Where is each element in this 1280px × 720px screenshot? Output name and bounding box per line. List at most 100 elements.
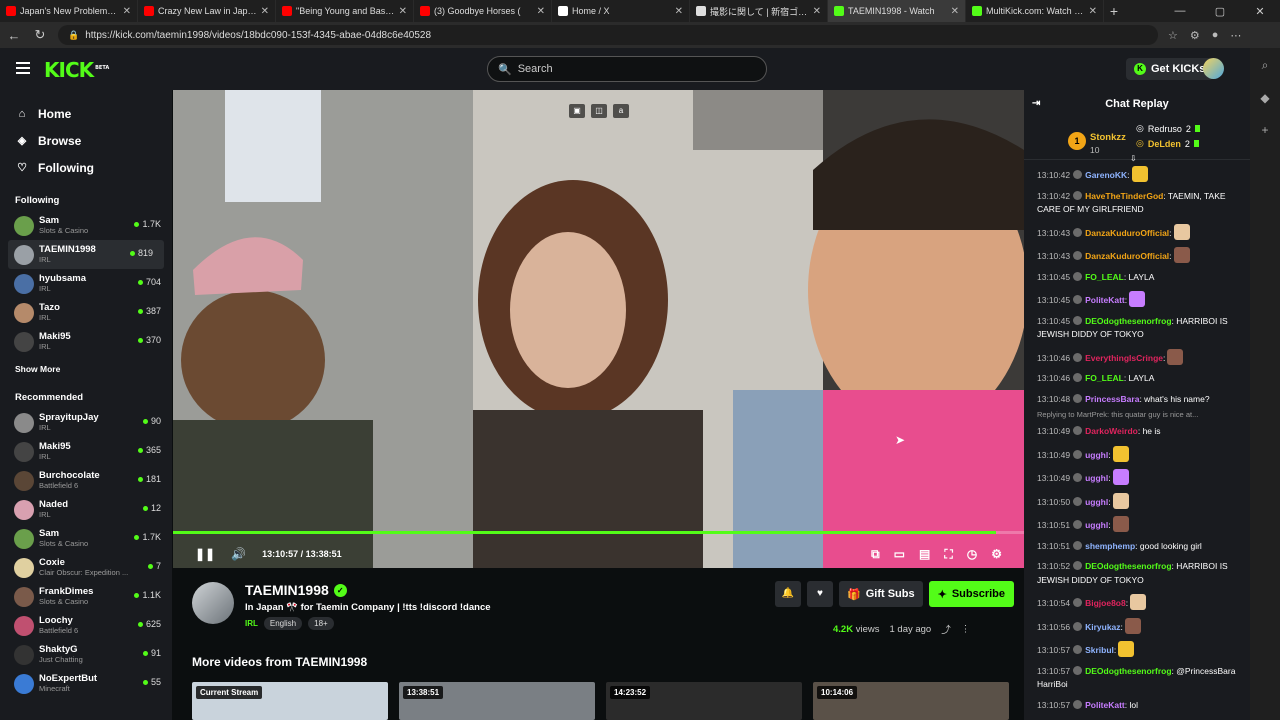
- browser-tab[interactable]: 撮影に関して | 新宿ゴールデン ✕: [690, 0, 828, 22]
- leader-first[interactable]: 1 Stonkzz 10: [1068, 127, 1126, 155]
- get-kicks-button[interactable]: K Get KICKs: [1126, 58, 1214, 80]
- tab-close-icon[interactable]: ✕: [951, 6, 959, 17]
- channel-item[interactable]: Maki95 IRL 365: [0, 437, 172, 466]
- add-icon[interactable]: +: [1261, 123, 1268, 137]
- chat-username[interactable]: Kiryukaz: [1085, 622, 1120, 632]
- channel-item[interactable]: ShaktyG Just Chatting 91: [0, 640, 172, 669]
- channel-item[interactable]: Burchocolate Battlefield 6 181: [0, 466, 172, 495]
- url-field[interactable]: 🔒 https://kick.com/taemin1998/videos/18b…: [58, 25, 1158, 45]
- channel-item[interactable]: Tazo IRL 387: [0, 298, 172, 327]
- chat-username[interactable]: PoliteKatt: [1085, 295, 1125, 305]
- kick-logo[interactable]: KICK BETA: [44, 58, 109, 82]
- star-icon[interactable]: ☆: [1168, 29, 1178, 42]
- video-thumbnail[interactable]: 10:14:06: [813, 682, 1009, 720]
- chat-username[interactable]: ugghl: [1085, 520, 1108, 530]
- new-tab-icon[interactable]: +: [1104, 3, 1124, 19]
- chat-username[interactable]: Skribul: [1085, 645, 1114, 655]
- chat-username[interactable]: DEOdogthesenorfrog: [1085, 316, 1171, 326]
- browser-tab[interactable]: (3) Goodbye Horses (✕: [414, 0, 552, 22]
- screenshot-icon[interactable]: ◫: [591, 104, 607, 118]
- back-icon[interactable]: ←: [6, 28, 22, 43]
- browser-tab[interactable]: Home / X ✕: [552, 0, 690, 22]
- browser-tab[interactable]: Japan's New Problem: Zom ✕: [0, 0, 138, 22]
- profile-icon[interactable]: ●: [1212, 29, 1219, 42]
- leader-second[interactable]: ◎ Redruso 2: [1136, 123, 1200, 134]
- tab-close-icon[interactable]: ✕: [1089, 6, 1097, 17]
- tag-language[interactable]: English: [263, 617, 303, 630]
- browser-tab[interactable]: Crazy New Law in Japan to ✕: [138, 0, 276, 22]
- video-thumbnail[interactable]: 13:38:51: [399, 682, 595, 720]
- tab-close-icon[interactable]: ✕: [537, 6, 545, 17]
- clip-icon[interactable]: ▣: [569, 104, 585, 118]
- video-player[interactable]: ▣ ◫ a ❚❚ 🔊 13:10:57 / 13:38:51 ⧉ ▭ ▤ ⛶ ◷…: [173, 90, 1024, 568]
- pin-icon[interactable]: ⇩: [1130, 154, 1137, 163]
- miniplayer-icon[interactable]: ▤: [919, 547, 930, 562]
- category-link[interactable]: IRL: [245, 619, 258, 628]
- browser-tab[interactable]: "Being Young and Based in ✕: [276, 0, 414, 22]
- chat-username[interactable]: DEOdogthesenorfrog: [1085, 561, 1171, 571]
- chat-username[interactable]: PrincessBara: [1085, 394, 1139, 404]
- tab-close-icon[interactable]: ✕: [123, 6, 131, 17]
- video-thumbnail[interactable]: Current Stream: [192, 682, 388, 720]
- more-options-icon[interactable]: ⋮: [961, 624, 971, 635]
- volume-icon[interactable]: 🔊: [231, 547, 246, 561]
- chat-username[interactable]: shemphemp: [1085, 541, 1135, 551]
- leader-third[interactable]: ◎ DeLden 2: [1136, 138, 1199, 149]
- search-icon[interactable]: ⌕: [1262, 58, 1269, 73]
- chat-username[interactable]: FO_LEAL: [1085, 373, 1124, 383]
- chat-username[interactable]: Bigjoe8o8: [1085, 598, 1126, 608]
- channel-item[interactable]: FrankDimes Slots & Casino 1.1K: [0, 582, 172, 611]
- channel-item[interactable]: Maki95 IRL 370: [0, 327, 172, 356]
- speed-icon[interactable]: ◷: [967, 547, 977, 562]
- chat-username[interactable]: DEOdogthesenorfrog: [1085, 666, 1171, 676]
- chat-username[interactable]: DanzaKuduroOfficial: [1085, 251, 1169, 261]
- channel-item[interactable]: Sam Slots & Casino 1.7K: [0, 524, 172, 553]
- theater-icon[interactable]: ▭: [894, 547, 905, 562]
- translate-icon[interactable]: a: [613, 104, 629, 118]
- channel-item[interactable]: TAEMIN1998 IRL 819: [8, 240, 164, 269]
- search-input[interactable]: 🔍 Search: [487, 56, 767, 82]
- show-more-link[interactable]: Show More: [0, 364, 172, 378]
- collapse-chat-icon[interactable]: ⇥: [1032, 98, 1040, 109]
- fullscreen-icon[interactable]: ⛶: [944, 547, 952, 562]
- share-icon[interactable]: ⤴: [941, 622, 951, 636]
- channel-item[interactable]: NoExpertBut Minecraft 55: [0, 669, 172, 698]
- chat-username[interactable]: GarenoKK: [1085, 170, 1127, 180]
- more-icon[interactable]: ⋯: [1230, 29, 1241, 42]
- chat-username[interactable]: HaveTheTinderGod: [1085, 191, 1163, 201]
- maximize-icon[interactable]: ▢: [1200, 5, 1240, 18]
- seek-bar[interactable]: [173, 531, 1024, 534]
- browser-tab[interactable]: MultiKick.com: Watch Mult ✕: [966, 0, 1104, 22]
- tag-age[interactable]: 18+: [308, 617, 334, 630]
- chat-username[interactable]: ugghl: [1085, 450, 1108, 460]
- bell-icon[interactable]: 🔔: [775, 581, 801, 607]
- copilot-icon[interactable]: ◆: [1260, 91, 1269, 105]
- nav-item-browse[interactable]: ◈ Browse: [16, 127, 172, 154]
- settings-icon[interactable]: ⚙: [991, 547, 1002, 562]
- channel-item[interactable]: SprayitupJay IRL 90: [0, 408, 172, 437]
- chat-username[interactable]: PoliteKatt: [1085, 700, 1125, 710]
- tab-close-icon[interactable]: ✕: [813, 6, 821, 17]
- chat-username[interactable]: FO_LEAL: [1085, 272, 1124, 282]
- reload-icon[interactable]: ↻: [32, 27, 48, 43]
- pause-icon[interactable]: ❚❚: [195, 547, 215, 561]
- channel-avatar[interactable]: [192, 582, 234, 624]
- follow-heart-icon[interactable]: ♥: [807, 581, 833, 607]
- nav-item-following[interactable]: ♡ Following: [16, 154, 172, 181]
- extensions-icon[interactable]: ⚙: [1190, 29, 1200, 42]
- nav-item-home[interactable]: ⌂ Home: [16, 100, 172, 127]
- tab-close-icon[interactable]: ✕: [261, 6, 269, 17]
- close-window-icon[interactable]: ✕: [1240, 5, 1280, 18]
- channel-item[interactable]: Coxie Clair Obscur: Expedition ... 7: [0, 553, 172, 582]
- video-thumbnail[interactable]: 14:23:52: [606, 682, 802, 720]
- menu-icon[interactable]: [16, 62, 30, 74]
- chat-username[interactable]: DarkoWeirdo: [1085, 426, 1138, 436]
- channel-item[interactable]: Loochy Battlefield 6 625: [0, 611, 172, 640]
- chat-username[interactable]: EverythingIsCringe: [1085, 353, 1163, 363]
- browser-tab[interactable]: TAEMIN1998 - Watch ✕: [828, 0, 966, 22]
- chat-username[interactable]: ugghl: [1085, 497, 1108, 507]
- gift-subs-button[interactable]: 🎁 Gift Subs: [839, 581, 923, 607]
- channel-name[interactable]: TAEMIN1998 ✓: [245, 582, 347, 598]
- chat-username[interactable]: ugghl: [1085, 473, 1108, 483]
- pip-icon[interactable]: ⧉: [871, 547, 880, 562]
